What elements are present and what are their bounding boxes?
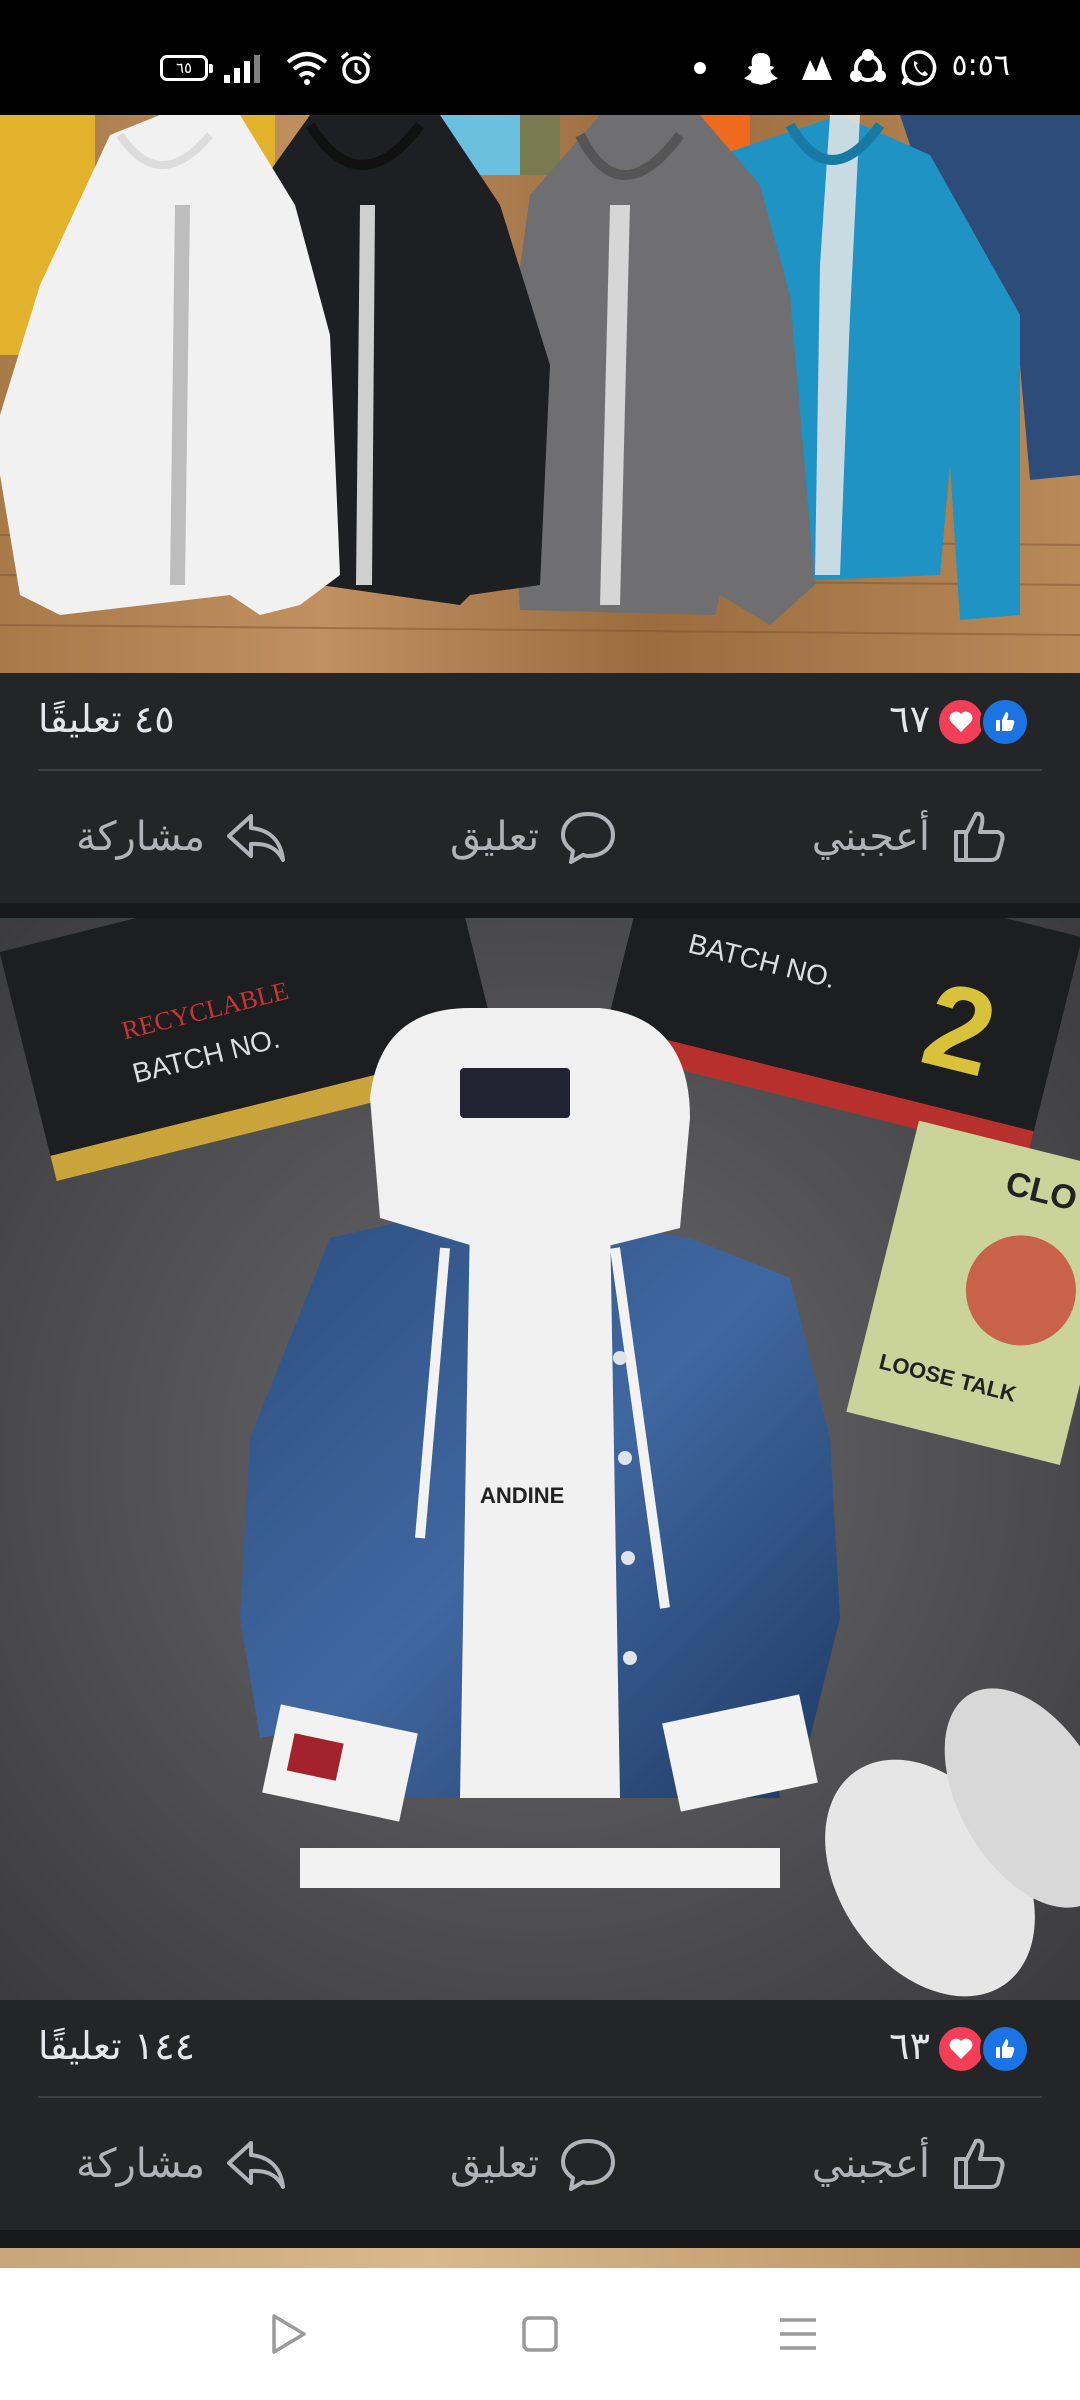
- reactions-count[interactable]: ٦٣: [889, 2024, 930, 2068]
- comment-button[interactable]: تعليق: [450, 2128, 619, 2200]
- denim-jacket-photo[interactable]: RECYCLABLE BATCH NO. BATCH NO. 2 CLO LOO…: [0, 918, 1080, 2000]
- like-label: أعجبني: [811, 814, 930, 860]
- whatsapp-icon: [901, 50, 937, 86]
- share-button[interactable]: مشاركة: [76, 801, 289, 873]
- like-button[interactable]: أعجبني: [812, 801, 1010, 873]
- alarm-icon: [340, 51, 372, 84]
- battery-level: ٦٥: [175, 59, 193, 77]
- share-arrow-icon: [227, 2141, 286, 2189]
- comment-label: تعليق: [450, 2141, 540, 2187]
- share-label: مشاركة: [76, 2141, 206, 2187]
- thumbs-up-icon: [954, 811, 1005, 862]
- share-arrow-icon: [227, 814, 286, 862]
- snapchat-icon: [744, 53, 778, 85]
- share-label: مشاركة: [76, 814, 206, 860]
- svg-text:ANDINE: ANDINE: [480, 1483, 564, 1508]
- back-icon[interactable]: [262, 2308, 314, 2360]
- post-stats: ٤٥ تعليقًا ٦٧: [0, 673, 1080, 769]
- status-bar: ٦٥ ٥:٥٦: [0, 0, 1080, 115]
- post-footer: ١٤٤ تعليقًا ٦٣ أعجبني تعليق مشاركة: [0, 2000, 1080, 2230]
- clock: ٥:٥٦: [951, 48, 1010, 83]
- comment-bubble-icon: [561, 812, 616, 864]
- post-actions: أعجبني تعليق مشاركة: [0, 2098, 1080, 2230]
- comment-button[interactable]: تعليق: [450, 801, 619, 873]
- reaction-icons[interactable]: [936, 2024, 1044, 2076]
- post-stats: ١٤٤ تعليقًا ٦٣: [0, 2000, 1080, 2096]
- comments-count[interactable]: ١٤٤ تعليقًا: [38, 2024, 195, 2068]
- signal-icon: [224, 55, 260, 83]
- post-separator: [0, 903, 1080, 918]
- like-label: أعجبني: [811, 2141, 930, 2187]
- post-footer: ٤٥ تعليقًا ٦٧ أعجبني تعليق مشاركة: [0, 673, 1080, 903]
- share-button[interactable]: مشاركة: [76, 2128, 289, 2200]
- hoodie-jackets-image: [0, 115, 1080, 673]
- love-reaction-icon: [936, 697, 986, 747]
- battery-icon: ٦٥: [160, 55, 213, 81]
- hoodie-jackets-photo[interactable]: [0, 115, 1080, 673]
- dot-icon: [694, 62, 706, 74]
- denim-jacket-image: RECYCLABLE BATCH NO. BATCH NO. 2 CLO LOO…: [0, 918, 1080, 2000]
- app-icon: [802, 56, 832, 80]
- post-actions: أعجبني تعليق مشاركة: [0, 771, 1080, 903]
- like-button[interactable]: أعجبني: [812, 2128, 1010, 2200]
- reaction-icons[interactable]: [936, 697, 1044, 749]
- like-reaction-icon: [980, 2024, 1030, 2074]
- thumbs-up-icon: [954, 2138, 1005, 2189]
- love-reaction-icon: [936, 2024, 986, 2074]
- post-separator: [0, 2230, 1080, 2248]
- comment-bubble-icon: [561, 2139, 616, 2191]
- wifi-icon: [286, 52, 328, 85]
- menu-icon[interactable]: [772, 2308, 824, 2360]
- next-post-photo-edge[interactable]: [0, 2248, 1080, 2268]
- reactions-count[interactable]: ٦٧: [889, 697, 930, 741]
- home-icon[interactable]: [514, 2308, 566, 2360]
- share-network-icon: [850, 49, 886, 82]
- comments-count[interactable]: ٤٥ تعليقًا: [38, 697, 175, 741]
- comment-label: تعليق: [450, 814, 540, 860]
- like-reaction-icon: [980, 697, 1030, 747]
- system-navigation-bar: [0, 2268, 1080, 2400]
